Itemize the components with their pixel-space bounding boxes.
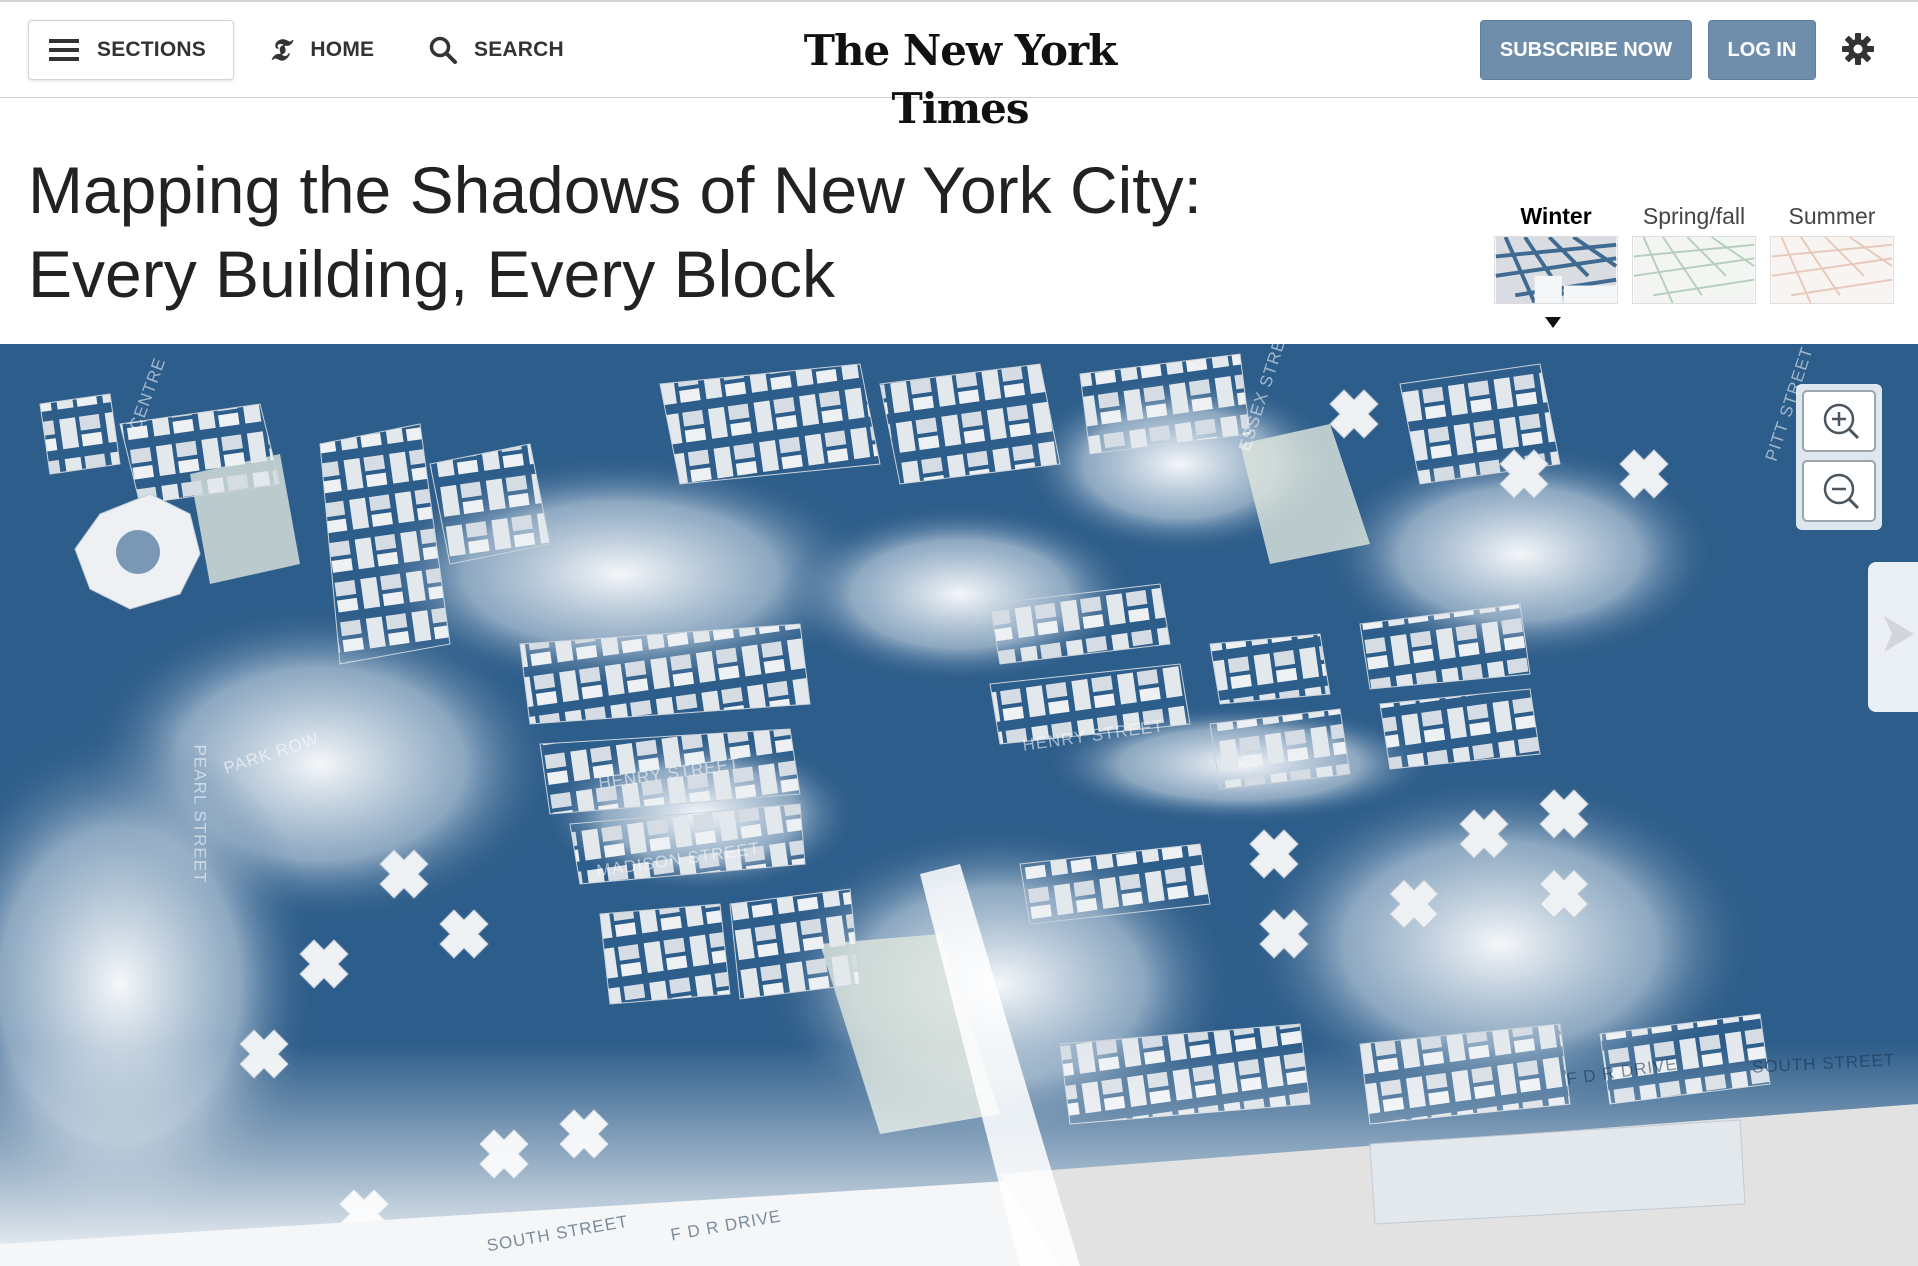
season-option-summer[interactable]: Summer	[1770, 200, 1894, 304]
zoom-out-icon	[1823, 473, 1860, 510]
selected-season-indicator-icon	[1545, 317, 1561, 328]
season-option-winter[interactable]: Winter	[1494, 200, 1618, 304]
winter-thumbnail	[1494, 236, 1618, 304]
search-label: SEARCH	[474, 38, 564, 61]
next-arrow-icon	[1884, 616, 1914, 652]
hamburger-icon	[49, 39, 79, 61]
spring-fall-thumbnail	[1632, 236, 1756, 304]
next-view-button[interactable]	[1868, 562, 1918, 712]
home-label: HOME	[310, 38, 375, 61]
shadow-map[interactable]: CENTRE PARK ROW PEARL STREET HENRY STREE…	[0, 344, 1918, 1266]
shadow-map-canvas[interactable]	[0, 344, 1918, 1266]
summer-thumbnail	[1770, 236, 1894, 304]
gear-icon[interactable]	[1841, 32, 1875, 66]
login-button[interactable]: LOG IN	[1708, 20, 1816, 80]
home-link[interactable]: 𝕿 HOME	[270, 30, 374, 70]
nyt-t-logo-icon: 𝕿	[270, 32, 289, 68]
season-label: Summer	[1788, 203, 1876, 229]
zoom-controls	[1796, 384, 1882, 530]
search-link[interactable]: SEARCH	[428, 30, 564, 70]
top-navigation-bar: SECTIONS 𝕿 HOME SEARCH The New York Time…	[0, 0, 1918, 133]
season-option-spring-fall[interactable]: Spring/fall	[1632, 200, 1756, 304]
sections-button[interactable]: SECTIONS	[28, 20, 234, 80]
subscribe-button[interactable]: SUBSCRIBE NOW	[1480, 20, 1692, 80]
season-label: Winter	[1520, 203, 1592, 229]
zoom-in-button[interactable]	[1802, 390, 1876, 452]
sections-label: SECTIONS	[97, 38, 206, 61]
headline-line-1: Mapping the Shadows of New York City:	[28, 153, 1202, 227]
season-label: Spring/fall	[1642, 203, 1746, 229]
article-headline: Mapping the Shadows of New York City: Ev…	[28, 148, 1328, 316]
search-icon	[429, 36, 457, 64]
zoom-in-icon	[1823, 403, 1860, 440]
street-label-pearl: PEARL STREET	[190, 744, 210, 884]
zoom-out-button[interactable]	[1802, 460, 1876, 522]
headline-line-2: Every Building, Every Block	[28, 237, 835, 311]
nyt-masthead-logo[interactable]: The New York Times	[770, 22, 1150, 133]
